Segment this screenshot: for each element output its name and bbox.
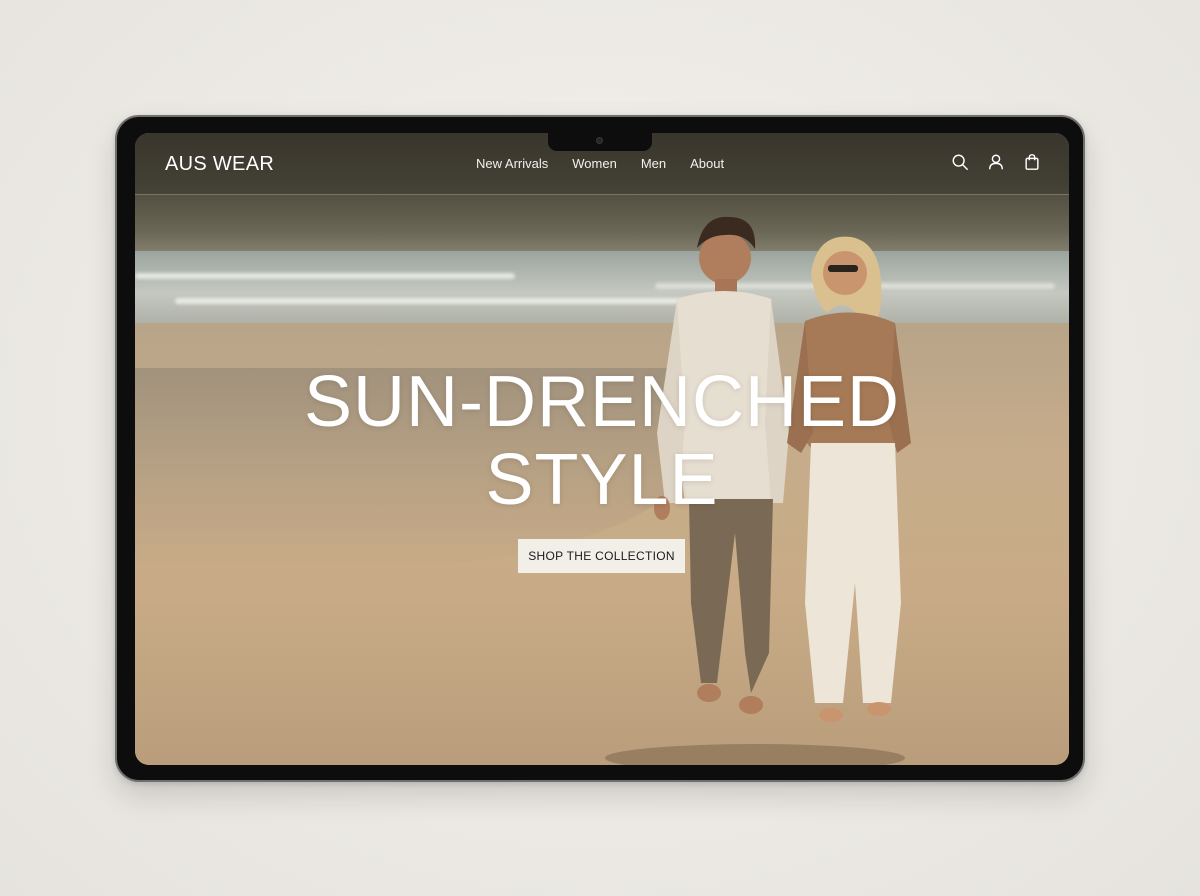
device-notch (548, 133, 652, 151)
hero-title: SUN-DRENCHED STYLE (135, 363, 1069, 519)
wave-foam (135, 273, 515, 279)
hero-title-line-2: STYLE (485, 440, 719, 520)
camera-icon (596, 137, 603, 144)
nav-item-new-arrivals[interactable]: New Arrivals (476, 156, 548, 171)
nav-item-women[interactable]: Women (572, 156, 617, 171)
shop-collection-button[interactable]: SHOP THE COLLECTION (518, 539, 685, 573)
tablet-device-frame: AUS WEAR New Arrivals Women Men About SU… (115, 115, 1085, 782)
search-icon[interactable] (951, 153, 969, 171)
nav-item-about[interactable]: About (690, 156, 724, 171)
website-screen: AUS WEAR New Arrivals Women Men About SU… (135, 133, 1069, 765)
shopping-bag-icon[interactable] (1023, 153, 1041, 171)
account-icon[interactable] (987, 153, 1005, 171)
brand-logo[interactable]: AUS WEAR (165, 153, 274, 176)
hero-title-line-1: SUN-DRENCHED (303, 362, 900, 442)
main-navigation: New Arrivals Women Men About (476, 156, 724, 171)
nav-item-men[interactable]: Men (641, 156, 666, 171)
header-icons (951, 153, 1041, 171)
